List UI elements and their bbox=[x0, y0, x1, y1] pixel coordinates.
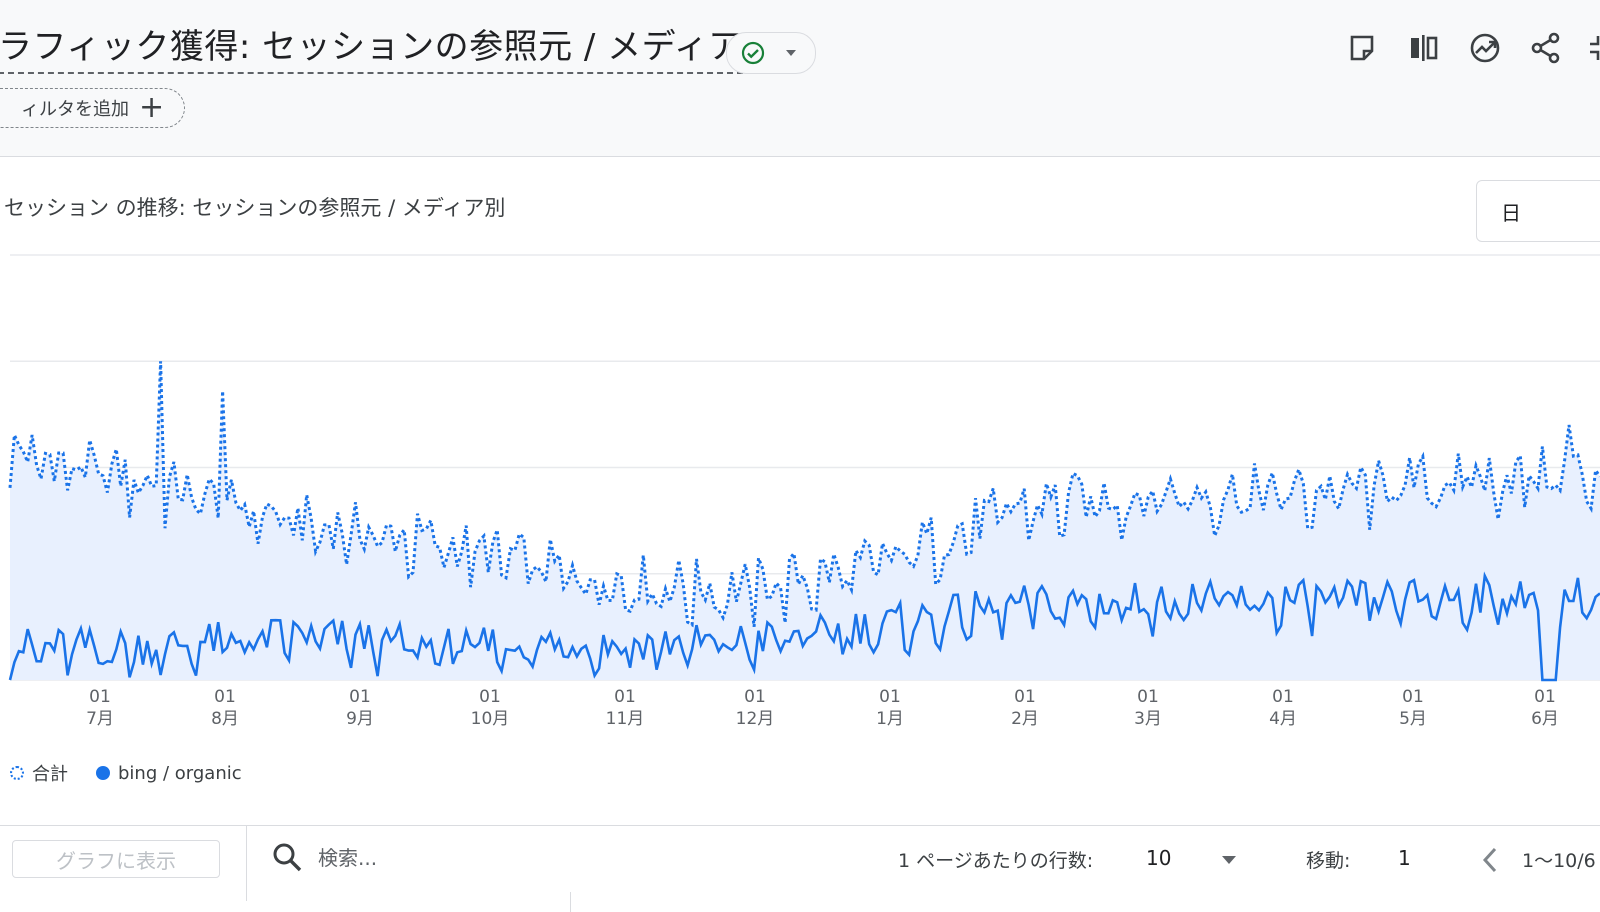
share-icon[interactable] bbox=[1528, 30, 1564, 66]
x-tick-label: 6月 bbox=[1531, 709, 1559, 729]
legend-total-label[interactable]: 合計 bbox=[32, 760, 68, 786]
report-status-chip[interactable] bbox=[726, 32, 816, 74]
sessions-line-chart: 017月018月019月0110月0111月0112月011月012月013月0… bbox=[8, 254, 1600, 729]
x-tick-label: 7月 bbox=[86, 709, 114, 729]
add-filter-button[interactable]: ィルタを追加 + bbox=[0, 88, 186, 128]
x-axis-ticks: 017月018月019月0110月0111月0112月011月012月013月0… bbox=[86, 687, 1559, 729]
x-tick-label: 01 bbox=[1014, 687, 1036, 707]
report-header: ラフィック獲得: セッションの参照元 / メディア ィルタを追加 + bbox=[0, 0, 1600, 157]
x-tick-label: 5月 bbox=[1399, 709, 1427, 729]
add-filter-label: ィルタを追加 bbox=[21, 99, 129, 120]
x-tick-label: 01 bbox=[479, 687, 501, 707]
x-tick-label: 3月 bbox=[1134, 709, 1162, 729]
x-tick-label: 01 bbox=[614, 687, 636, 707]
total-area-fill bbox=[10, 361, 1600, 680]
x-tick-label: 9月 bbox=[346, 709, 374, 729]
chart-legend: 合計 bing / organic bbox=[10, 760, 242, 786]
granularity-select[interactable]: 日 bbox=[1476, 180, 1600, 242]
granularity-value: 日 bbox=[1501, 201, 1521, 225]
legend-bing-label[interactable]: bing / organic bbox=[118, 763, 242, 784]
table-controls: グラフに表示 1 ページあたりの行数: 10 移動: 1 1〜10/6 bbox=[0, 825, 1600, 912]
check-circle-icon bbox=[741, 41, 765, 65]
x-tick-label: 01 bbox=[879, 687, 901, 707]
pagination-range: 1〜10/6 bbox=[1522, 850, 1596, 872]
x-tick-label: 01 bbox=[1534, 687, 1556, 707]
x-tick-label: 4月 bbox=[1269, 709, 1297, 729]
note-icon[interactable] bbox=[1344, 30, 1380, 66]
x-tick-label: 01 bbox=[744, 687, 766, 707]
compare-icon[interactable] bbox=[1405, 30, 1441, 66]
insights-icon[interactable] bbox=[1467, 30, 1503, 66]
x-tick-label: 01 bbox=[89, 687, 111, 707]
search-icon bbox=[273, 843, 302, 872]
legend-total-marker bbox=[10, 766, 24, 780]
x-tick-label: 8月 bbox=[211, 709, 239, 729]
goto-page-input[interactable]: 1 bbox=[1398, 846, 1411, 870]
x-tick-label: 10月 bbox=[471, 709, 510, 729]
x-tick-label: 12月 bbox=[736, 709, 775, 729]
search-input[interactable] bbox=[316, 840, 580, 876]
rows-per-page-label: 1 ページあたりの行数: bbox=[898, 850, 1094, 872]
x-tick-label: 01 bbox=[349, 687, 371, 707]
collapse-icon[interactable] bbox=[1586, 30, 1600, 66]
x-tick-label: 11月 bbox=[606, 709, 645, 729]
chevron-down-icon bbox=[786, 50, 796, 56]
x-tick-label: 2月 bbox=[1011, 709, 1039, 729]
x-tick-label: 01 bbox=[214, 687, 236, 707]
x-tick-label: 1月 bbox=[876, 709, 904, 729]
chevron-down-icon[interactable] bbox=[1220, 854, 1238, 866]
x-tick-label: 01 bbox=[1272, 687, 1294, 707]
x-tick-label: 01 bbox=[1137, 687, 1159, 707]
legend-bing-marker bbox=[96, 766, 110, 780]
report-title[interactable]: ラフィック獲得: セッションの参照元 / メディア bbox=[0, 22, 743, 74]
x-tick-label: 01 bbox=[1402, 687, 1424, 707]
goto-label: 移動: bbox=[1306, 850, 1351, 872]
chart-title: セッション の推移: セッションの参照元 / メディア別 bbox=[4, 196, 506, 220]
rows-per-page-select[interactable]: 10 bbox=[1146, 846, 1171, 870]
chevron-left-icon[interactable] bbox=[1480, 846, 1500, 874]
plus-icon: + bbox=[139, 90, 165, 125]
plot-rows-button[interactable]: グラフに表示 bbox=[12, 840, 220, 878]
divider bbox=[570, 892, 571, 912]
divider bbox=[246, 826, 247, 901]
